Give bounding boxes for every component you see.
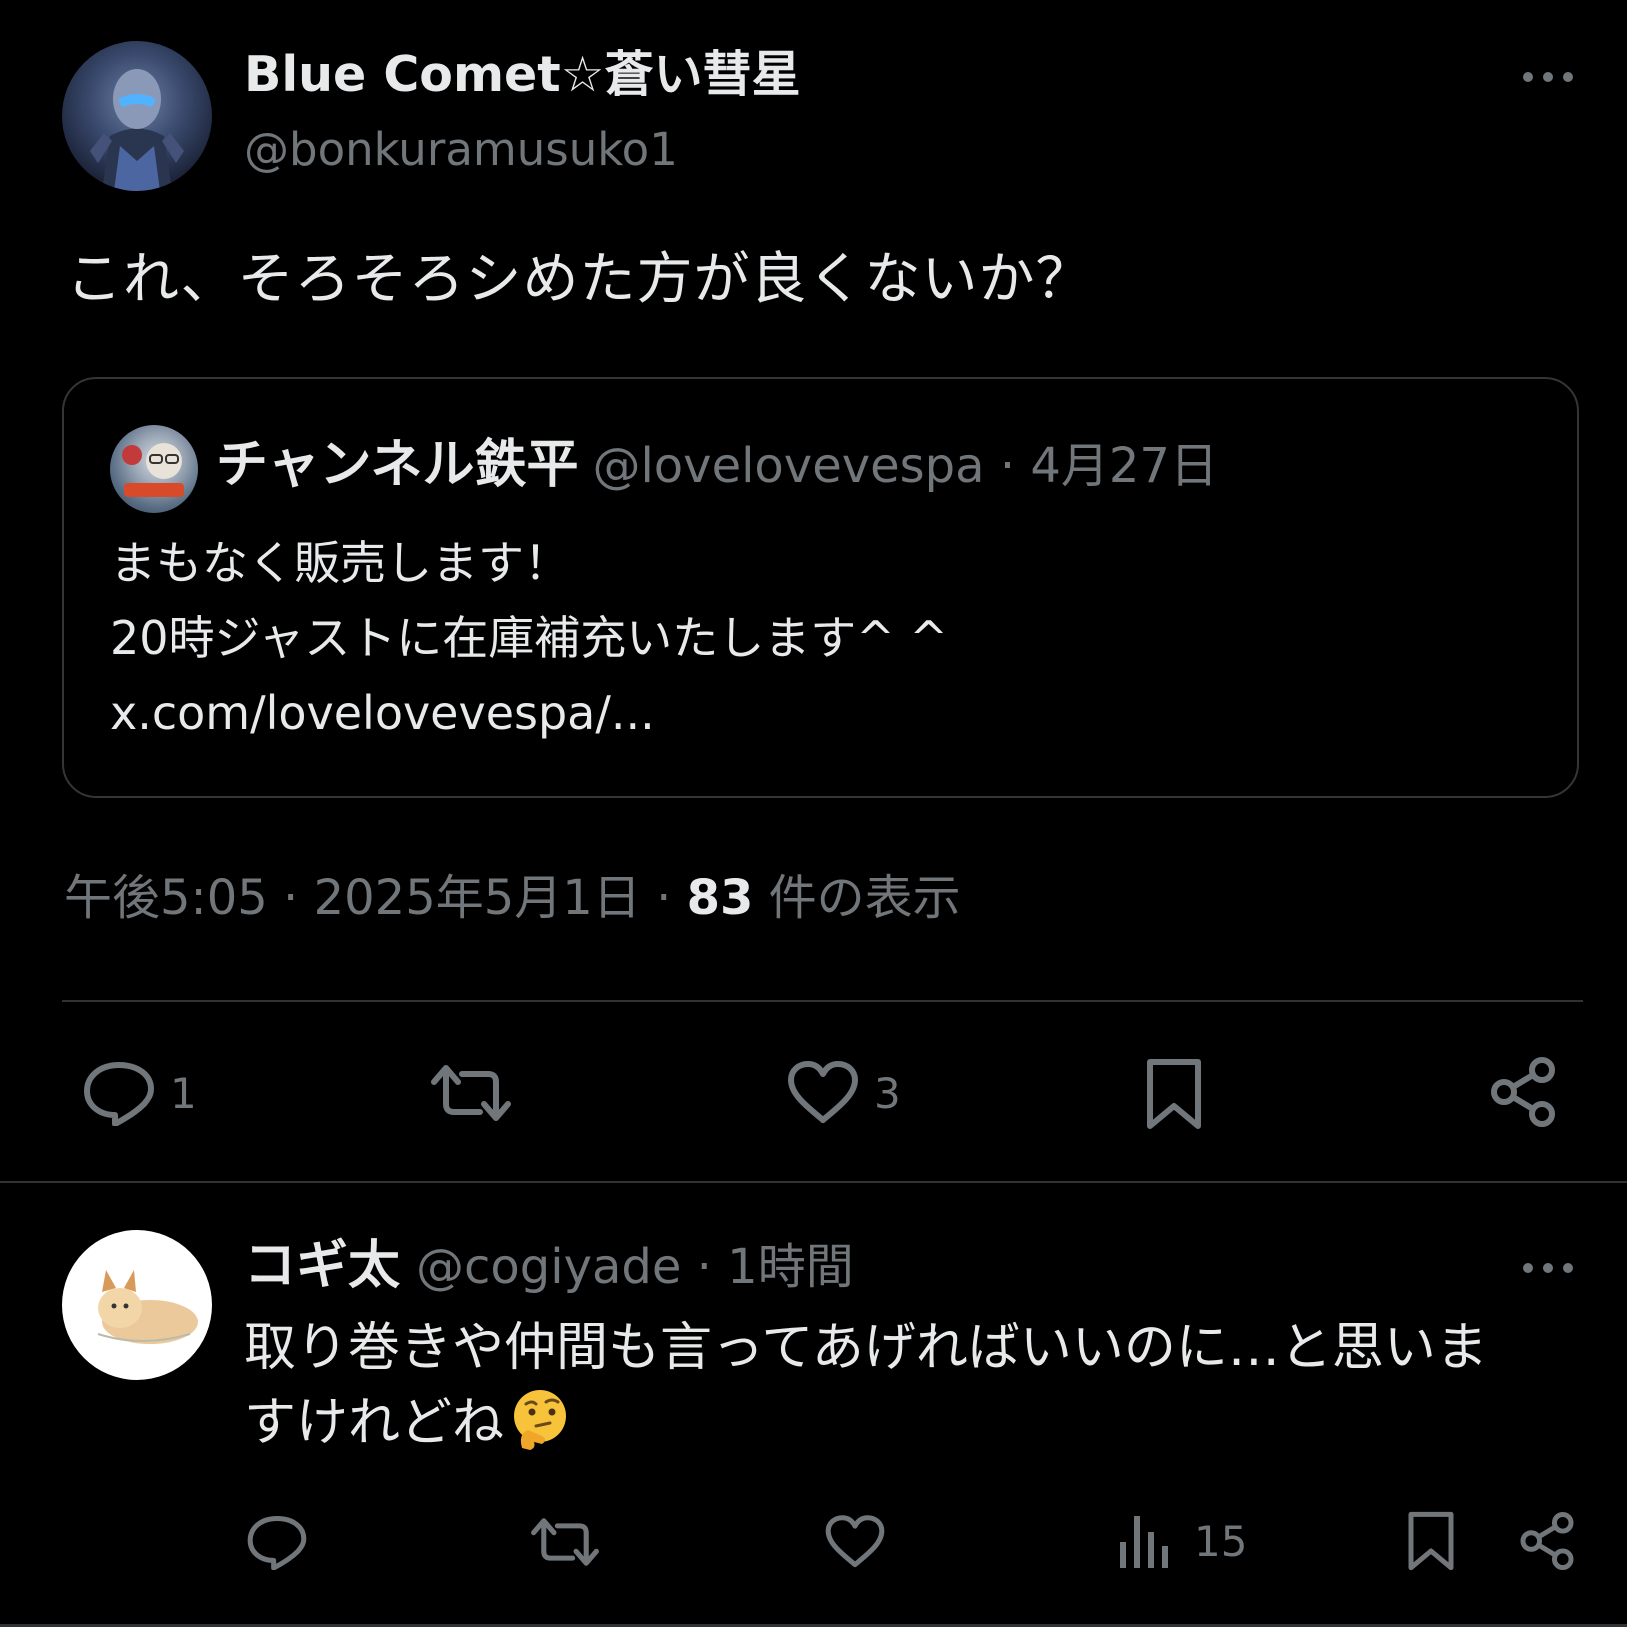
reply-views-button[interactable]: 15 [1118,1512,1247,1570]
quoted-text-line: まもなく販売します！ [110,536,570,590]
post-meta: 午後5:05 · 2025年5月1日 · 83 件の表示 [64,866,961,930]
reply-text-line-2: すけれどね [244,1386,572,1459]
quoted-text-line: 20時ジャストに在庫補充いたします^ ^ [110,611,948,665]
share-icon [1520,1512,1574,1570]
author-avatar[interactable] [62,41,212,191]
reply-text-line: 取り巻きや仲間も言ってあげればいいのに…と思いま [244,1318,1488,1378]
reply-header: コギ太 @cogiyade · 1時間 [244,1232,854,1312]
reply-button[interactable]: 1 [82,1060,197,1126]
meta-separator: · [640,870,687,926]
bookmark-icon [1408,1511,1454,1571]
divider [62,1000,1583,1002]
reply-author-name[interactable]: コギ太 [244,1236,400,1296]
post-time[interactable]: 午後5:05 [64,870,268,926]
reply-views-count: 15 [1194,1516,1248,1566]
bookmark-icon [1147,1059,1201,1129]
quoted-author-avatar [110,425,198,513]
views-label: 件の表示 [753,870,961,926]
divider [0,1181,1627,1183]
meta-separator: · [267,870,314,926]
post-text: これ、そろそろシめた方が良くないか？ [66,247,1093,312]
heart-icon [825,1515,885,1568]
reply-count: 1 [170,1068,197,1118]
repost-icon [531,1518,599,1566]
corgi-avatar-image [97,1270,198,1344]
views-count: 83 [686,870,754,926]
reply-like-button[interactable] [824,1514,886,1570]
quoted-avatar-image [122,443,184,497]
quoted-header: チャンネル鉄平 @lovelovevespa · 4月27日 [216,432,1218,510]
analytics-icon [1120,1516,1168,1568]
reply-icon [84,1062,154,1126]
reply-bookmark-button[interactable] [1406,1510,1456,1572]
more-options-icon[interactable] [1518,60,1578,94]
more-options-icon[interactable] [1518,1251,1578,1285]
quoted-link[interactable]: x.com/lovelovevespa/... [110,684,655,742]
like-button[interactable]: 3 [786,1060,901,1126]
reply-share-button[interactable] [1518,1510,1576,1572]
share-button[interactable] [1488,1056,1558,1128]
like-count: 3 [874,1068,901,1118]
thinking-face-icon [508,1386,572,1450]
avatar-robot-image [90,69,184,191]
share-icon [1491,1057,1555,1127]
reply-reply-button[interactable] [246,1514,308,1570]
repost-button[interactable] [430,1060,512,1126]
quoted-author-name[interactable]: チャンネル鉄平 [216,435,578,495]
bookmark-button[interactable] [1144,1058,1204,1130]
repost-icon [431,1065,511,1121]
reply-author-meta: @cogiyade · 1時間 [416,1239,854,1295]
post-date[interactable]: 2025年5月1日 [314,870,641,926]
author-display-name[interactable]: Blue Comet☆蒼い彗星 [244,44,801,106]
author-handle[interactable]: @bonkuramusuko1 [244,122,678,178]
quoted-author-meta: @lovelovevespa · 4月27日 [592,438,1218,494]
reply-icon [247,1516,307,1570]
reply-repost-button[interactable] [530,1514,600,1570]
heart-icon [788,1061,858,1123]
reply-text: すけれどね [244,1393,505,1453]
reply-author-avatar[interactable] [62,1230,212,1380]
